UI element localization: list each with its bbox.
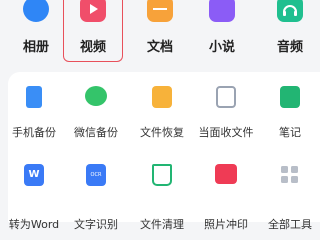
category-label: 视频 — [79, 40, 106, 55]
tool-notes[interactable]: 笔记 — [258, 72, 320, 139]
notes-icon — [280, 86, 300, 108]
category-album[interactable]: 相册 — [8, 0, 64, 60]
file-clean-icon — [152, 164, 172, 186]
category-row: 相册 视频 文档 小说 音频 — [0, 0, 320, 66]
photo-print-icon — [215, 164, 237, 184]
tool-label: 微信备份 — [74, 126, 118, 139]
ocr-glyph: OCR — [90, 172, 102, 178]
novel-icon — [209, 0, 235, 22]
app-page: 相册 视频 文档 小说 音频 手机备份 微信备份 文件恢复 当面收文件 笔记 W… — [0, 0, 320, 231]
tool-label: 全部工具 — [268, 218, 312, 231]
category-document[interactable]: 文档 — [132, 0, 188, 60]
category-video[interactable]: 视频 — [63, 0, 123, 62]
tool-all-tools[interactable]: 全部工具 — [258, 150, 320, 231]
category-label: 音频 — [276, 40, 303, 55]
category-label: 相册 — [22, 40, 49, 55]
tool-to-word[interactable]: W 转为Word — [2, 150, 66, 231]
word-glyph: W — [28, 169, 40, 180]
to-word-icon: W — [24, 164, 44, 186]
ocr-icon: OCR — [86, 164, 106, 186]
tool-phone-backup[interactable]: 手机备份 — [2, 72, 66, 139]
category-label: 小说 — [208, 40, 235, 55]
tool-receive-file[interactable]: 当面收文件 — [194, 72, 258, 139]
category-audio[interactable]: 音频 — [262, 0, 318, 60]
category-novel[interactable]: 小说 — [194, 0, 250, 60]
tool-file-clean[interactable]: 文件清理 — [130, 150, 194, 231]
tool-label: 笔记 — [279, 126, 301, 139]
receive-file-icon — [216, 86, 236, 108]
phone-backup-icon — [26, 86, 42, 108]
document-icon — [147, 0, 173, 22]
wechat-backup-icon — [85, 86, 107, 106]
all-tools-icon — [280, 164, 300, 186]
album-icon — [23, 0, 49, 22]
file-restore-icon — [152, 86, 172, 108]
category-label: 文档 — [146, 40, 173, 55]
tool-file-restore[interactable]: 文件恢复 — [130, 72, 194, 139]
audio-icon — [277, 0, 303, 22]
tool-ocr[interactable]: OCR 文字识别 — [64, 150, 128, 231]
video-icon — [80, 0, 106, 22]
tool-photo-print[interactable]: 照片冲印 — [194, 150, 258, 231]
tool-label: 文字识别 — [74, 218, 118, 231]
tool-wechat-backup[interactable]: 微信备份 — [64, 72, 128, 139]
